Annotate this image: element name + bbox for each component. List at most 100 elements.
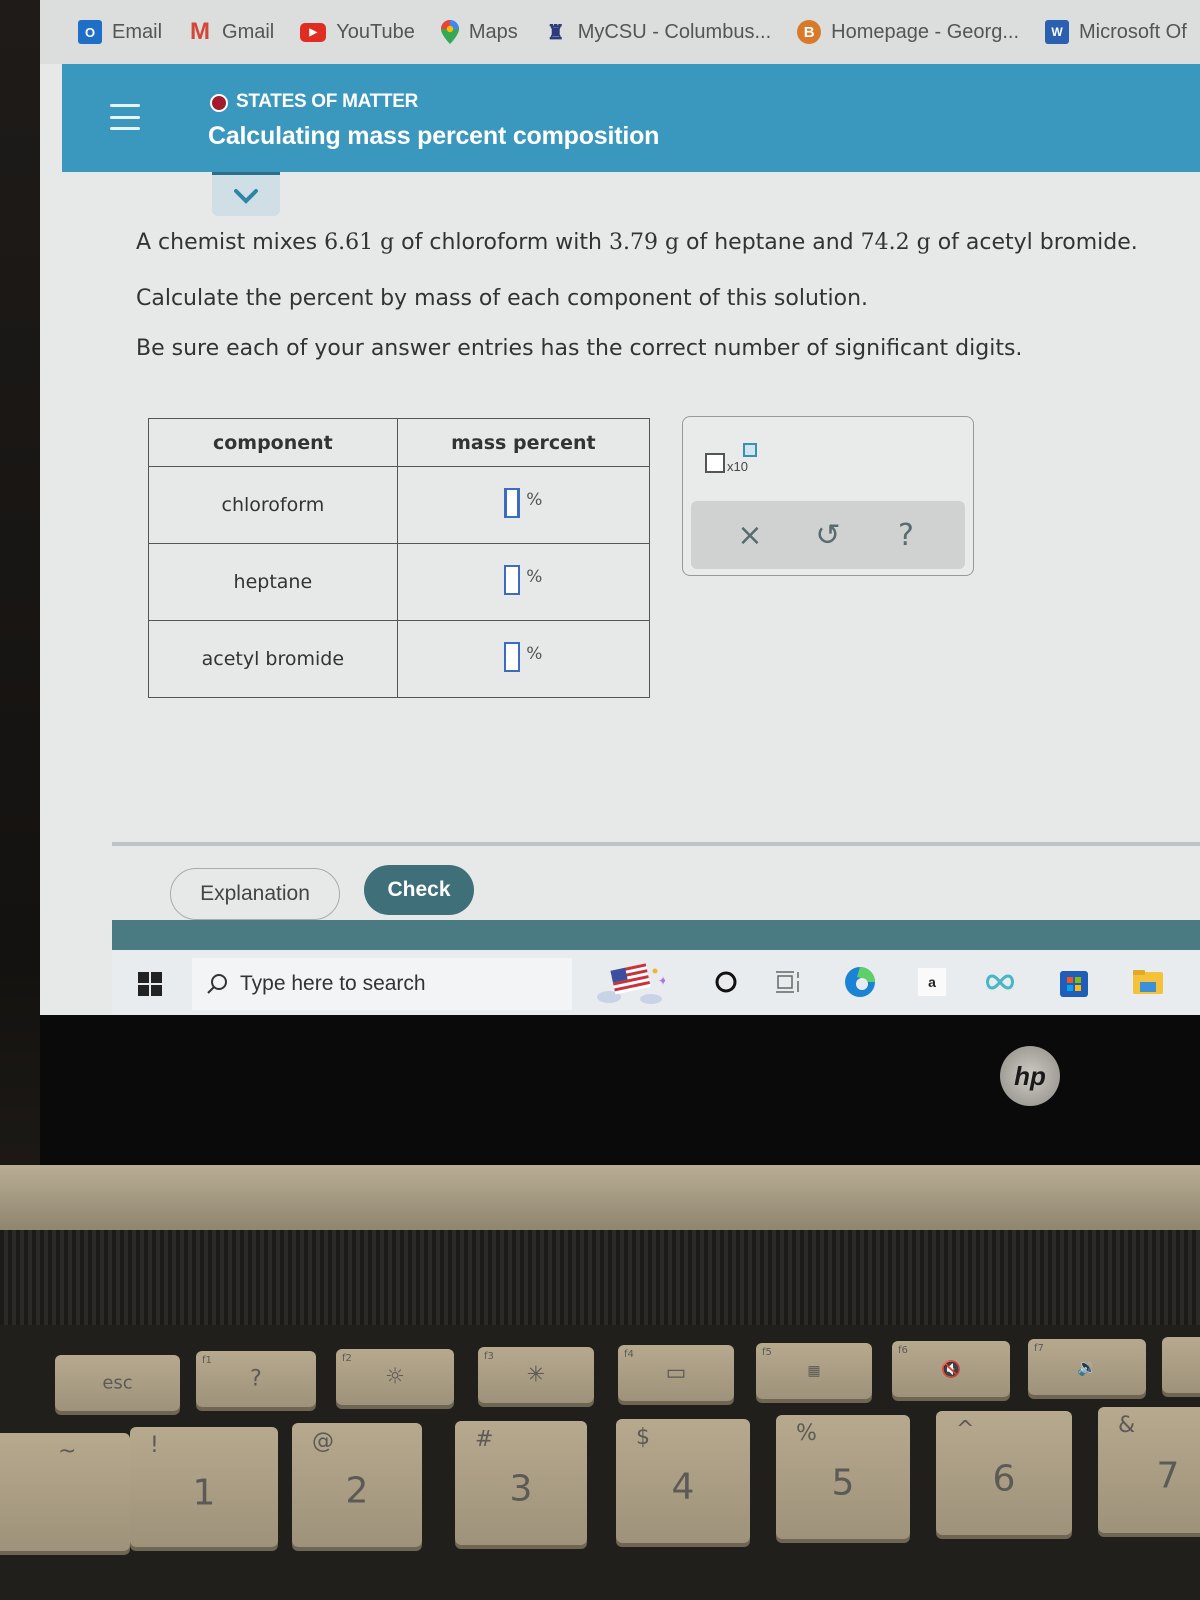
weather-widget[interactable]: ✦ [578, 956, 682, 1010]
mass-unit: g [373, 230, 395, 255]
times-ten-label: x10 [727, 459, 748, 474]
bookmark-label: Microsoft Of [1079, 20, 1187, 43]
display-switch-icon: ▭ [665, 1360, 687, 1386]
key-f8[interactable] [1162, 1337, 1200, 1393]
question-text: of acetyl bromide. [930, 230, 1138, 255]
bookmark-label: Maps [468, 20, 518, 43]
component-name: chloroform [148, 466, 398, 544]
brightness-down-icon: ☼ [385, 1364, 405, 1390]
help-button[interactable]: ? [884, 518, 928, 553]
brightspace-icon: B [797, 20, 822, 44]
bookmark-maps[interactable]: Maps [440, 20, 518, 44]
bookmark-email[interactable]: O Email [78, 20, 162, 44]
key-label: f6 [898, 1345, 908, 1356]
photo-scene: O Email M Gmail ▶ YouTube Maps ♜ MyCSU -… [0, 0, 1200, 1600]
key-label: f5 [762, 1347, 772, 1358]
bookmark-youtube[interactable]: ▶ YouTube [300, 21, 415, 44]
mass-percent-cell: % [396, 466, 651, 544]
infinity-app-icon[interactable] [982, 964, 1018, 1000]
amazon-icon[interactable]: a [914, 964, 950, 1000]
edge-icon[interactable] [842, 964, 878, 1000]
key-label: & [1118, 1413, 1136, 1438]
key-label: 5 [831, 1462, 855, 1504]
key-5[interactable]: % 5 [776, 1415, 910, 1539]
bookmark-label: MyCSU - Columbus... [577, 20, 772, 43]
key-f7[interactable]: f7 🔉 [1028, 1339, 1146, 1395]
key-label: f2 [342, 1353, 352, 1364]
answer-table: component mass percent chloroform % hept… [148, 418, 651, 698]
taskbar-search[interactable]: Type here to search [192, 958, 572, 1010]
key-f2[interactable]: f2 ☼ [336, 1349, 454, 1405]
mass-unit: g [657, 230, 680, 255]
cortana-icon[interactable] [708, 964, 744, 1000]
topic-status-dot [210, 94, 228, 112]
bookmark-homepage[interactable]: B Homepage - Georg... [797, 20, 1019, 44]
key-f5[interactable]: f5 ▦ [756, 1343, 872, 1399]
heptane-mass: 3.79 [608, 230, 658, 255]
explanation-button[interactable]: Explanation [170, 868, 340, 920]
heptane-percent-input[interactable] [504, 564, 521, 595]
key-7[interactable]: & 7 [1098, 1407, 1200, 1533]
bookmark-gmail[interactable]: M Gmail [188, 18, 275, 45]
task-view-icon[interactable] [770, 964, 806, 1000]
question-instruction: Calculate the percent by mass of each co… [136, 286, 869, 311]
chevron-down-icon [234, 188, 258, 204]
collapse-toggle[interactable] [212, 172, 280, 216]
key-label: % [796, 1421, 817, 1446]
maps-icon [440, 20, 459, 44]
key-label: f1 [202, 1355, 212, 1366]
us-flag-icon: ✦ [597, 963, 665, 1004]
scientific-notation-button[interactable]: x10 [705, 443, 765, 479]
microsoft-store-icon[interactable] [1056, 964, 1092, 1000]
key-6[interactable]: ^ 6 [936, 1411, 1072, 1535]
key-label: 2 [345, 1470, 369, 1512]
key-3[interactable]: #3 [455, 1421, 587, 1545]
acetyl-bromide-percent-input[interactable] [504, 641, 521, 672]
word-icon: W [1045, 20, 1069, 44]
topic-header: STATES OF MATTER Calculating mass percen… [62, 64, 1200, 172]
key-label: 6 [992, 1458, 1016, 1500]
key-f1[interactable]: f1? [196, 1351, 316, 1407]
key-label: f4 [624, 1349, 634, 1360]
bookmark-label: Homepage - Georg... [831, 20, 1019, 43]
windows-start-icon[interactable] [138, 972, 162, 996]
key-f6[interactable]: f6 🔇 [892, 1341, 1010, 1397]
chloroform-mass: 6.61 [324, 230, 374, 255]
laptop-screen: O Email M Gmail ▶ YouTube Maps ♜ MyCSU -… [40, 0, 1200, 1015]
key-backtick[interactable]: ~ [0, 1433, 130, 1551]
table-row: acetyl bromide % [148, 620, 651, 698]
mute-icon: 🔇 [941, 1359, 961, 1379]
undo-button[interactable]: ↺ [806, 518, 850, 553]
sig-figs-note: Be sure each of your answer entries has … [136, 336, 1023, 361]
key-f4[interactable]: f4 ▭ [618, 1345, 734, 1401]
file-explorer-icon[interactable] [1130, 964, 1166, 1000]
key-1[interactable]: ! 1 [130, 1427, 278, 1547]
key-esc[interactable]: esc [55, 1355, 180, 1411]
speaker-grill [0, 1230, 1200, 1325]
base-box-icon [705, 453, 725, 473]
key-label: 4 [671, 1466, 695, 1508]
bookmark-microsoft-office[interactable]: W Microsoft Of [1045, 20, 1187, 44]
key-f3[interactable]: f3 ✳ [478, 1347, 594, 1403]
question-text: A chemist mixes [136, 230, 325, 255]
key-label: $ [636, 1425, 650, 1450]
hamburger-menu-icon[interactable] [110, 104, 140, 130]
key-label: f3 [484, 1351, 494, 1362]
laptop-hinge [0, 1165, 1200, 1230]
key-label: f7 [1034, 1343, 1044, 1354]
key-2[interactable]: @2 [292, 1423, 422, 1547]
key-4[interactable]: $4 [616, 1419, 750, 1543]
check-button[interactable]: Check [364, 865, 474, 915]
footer-band [112, 920, 1200, 950]
chloroform-percent-input[interactable] [504, 487, 521, 518]
clear-button[interactable]: × [728, 518, 772, 553]
percent-unit: % [526, 489, 543, 510]
question-text: of heptane and [679, 230, 861, 255]
key-label: # [475, 1427, 494, 1452]
bookmark-label: Email [112, 20, 163, 43]
column-header-mass-percent: mass percent [396, 418, 651, 467]
bookmark-label: Gmail [222, 20, 275, 43]
keyboard-backlight-icon: ▦ [807, 1363, 821, 1379]
outlook-icon: O [78, 20, 102, 44]
bookmark-mycsu[interactable]: ♜ MyCSU - Columbus... [544, 20, 771, 44]
